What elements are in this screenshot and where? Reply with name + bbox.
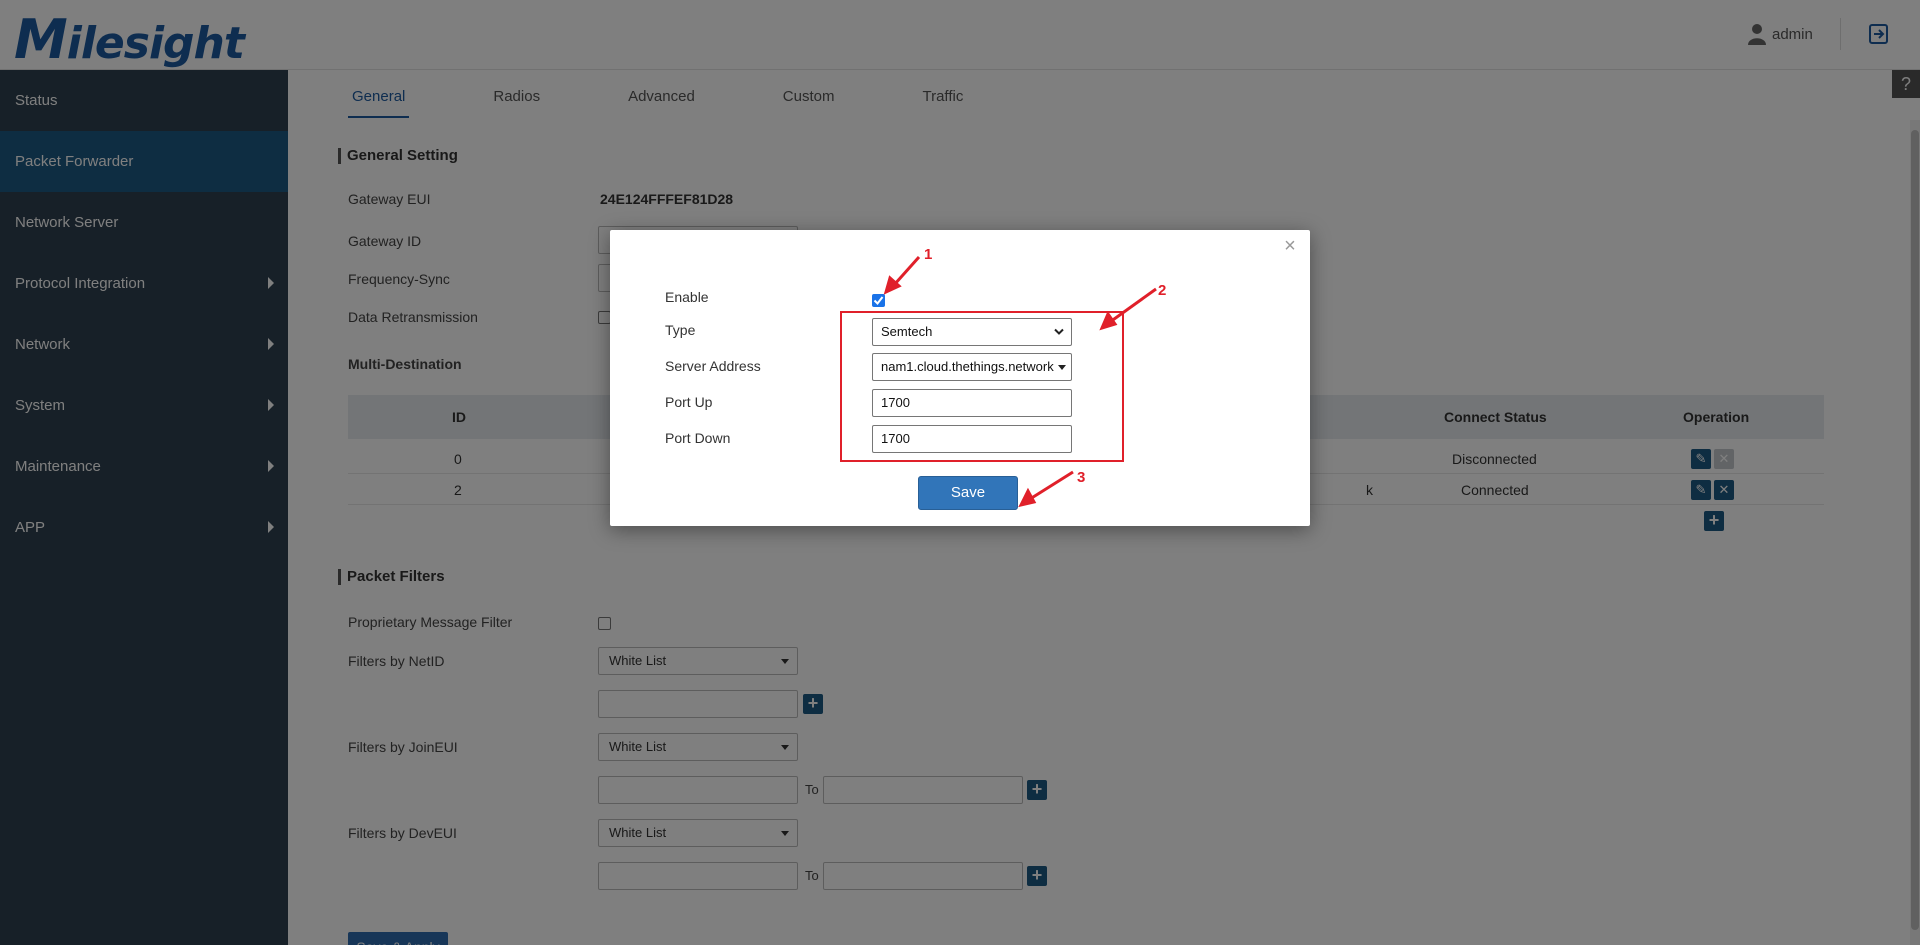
annotation-number-1: 1 [924, 246, 933, 263]
type-select[interactable]: Semtech [872, 318, 1072, 346]
checkmark-icon [873, 296, 884, 306]
close-icon[interactable]: × [1280, 236, 1300, 256]
port-down-input[interactable]: 1700 [872, 425, 1072, 453]
server-address-label: Server Address [665, 358, 761, 374]
destination-dialog: × Enable Type Semtech Server Address nam… [610, 230, 1310, 526]
port-up-label: Port Up [665, 394, 713, 410]
enable-checkbox[interactable] [872, 294, 885, 307]
type-label: Type [665, 322, 696, 338]
server-address-combobox[interactable]: nam1.cloud.thethings.network [872, 353, 1072, 381]
port-down-label: Port Down [665, 430, 731, 446]
annotation-number-2: 2 [1158, 282, 1167, 299]
chevron-down-icon [1054, 328, 1064, 335]
annotation-number-3: 3 [1077, 469, 1086, 486]
port-up-input[interactable]: 1700 [872, 389, 1072, 417]
dropdown-arrow-icon [1058, 365, 1066, 370]
enable-label: Enable [665, 289, 709, 305]
save-button[interactable]: Save [918, 476, 1018, 510]
